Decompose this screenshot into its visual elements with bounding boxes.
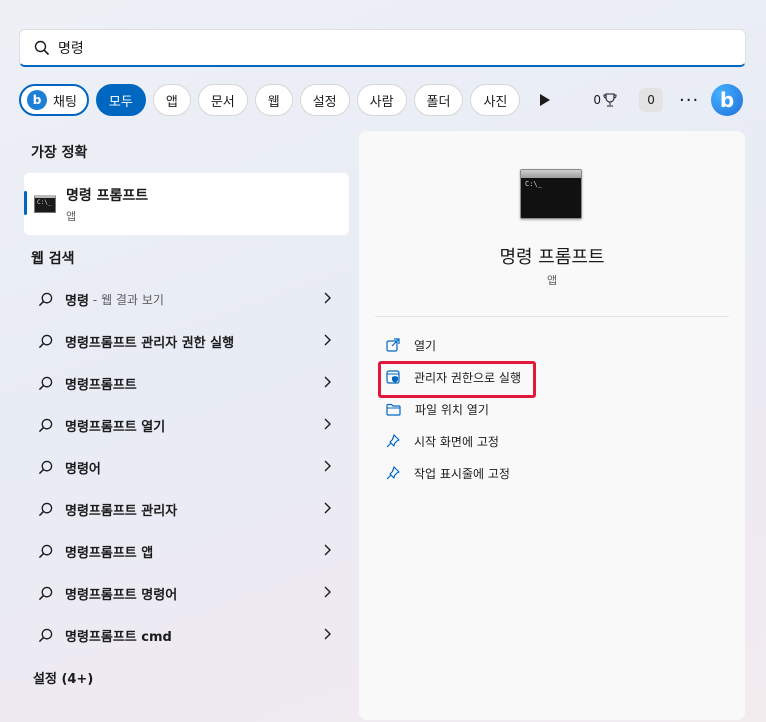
action-run-as-admin[interactable]: 관리자 권한으로 실행 [377,361,521,393]
action-pin-to-taskbar[interactable]: 작업 표시줄에 고정 [377,457,521,489]
action-label: 열기 [414,338,437,353]
more-filters-play-icon[interactable] [535,90,555,110]
chevron-right-icon [324,376,331,388]
detail-subtitle: 앱 [546,274,558,287]
web-result-label: 명령프롬프트 앱 [65,545,154,561]
filter-tab-photos[interactable]: 사진 [470,84,521,116]
search-input[interactable] [58,39,658,56]
account-count-badge[interactable]: 0 [639,88,664,112]
action-label: 시작 화면에 고정 [414,434,499,449]
action-label: 관리자 권한으로 실행 [414,370,521,385]
web-result-label: 명령프롬프트 [65,377,137,393]
search-icon [38,586,53,600]
bing-icon[interactable]: b [711,84,744,116]
rewards-button[interactable]: 0 [593,93,617,107]
chevron-right-icon [324,418,331,430]
folder-icon [386,403,401,416]
search-box[interactable] [19,29,746,67]
search-icon [38,502,53,516]
search-icon [38,418,53,432]
action-label: 작업 표시줄에 고정 [414,466,510,481]
search-icon [38,292,53,306]
filter-tab-apps[interactable]: 앱 [152,84,191,116]
search-icon [38,544,53,558]
search-icon [38,334,53,348]
filter-tab-all[interactable]: 모두 [95,84,146,116]
selection-indicator [24,191,27,215]
web-result-item[interactable]: 명령프롬프트 열기 [24,404,349,446]
web-results-list: 명령 - 웹 결과 보기 명령프롬프트 관리자 권한 실행 명령프롬프트 명령프… [24,278,349,656]
search-icon [38,460,53,474]
best-match-item[interactable]: C:\_ 명령 프롬프트 앱 [24,173,349,235]
chevron-right-icon [324,544,331,556]
filter-tab-settings[interactable]: 설정 [299,84,350,116]
open-external-icon [386,338,400,352]
more-options-button[interactable]: ··· [679,90,699,111]
web-result-suffix: - 웹 결과 보기 [92,292,164,307]
rewards-points: 0 [593,93,602,107]
filter-tab-people[interactable]: 사람 [356,84,407,116]
chat-button[interactable]: b 채팅 [19,84,89,116]
web-result-label: 명령 [65,293,89,309]
chevron-right-icon [324,334,331,346]
action-open[interactable]: 열기 [377,329,521,361]
pin-icon [386,466,400,480]
web-result-label: 명령프롬프트 관리자 [65,503,178,519]
chevron-right-icon [324,460,331,472]
web-result-label: 명령어 [65,461,101,477]
command-prompt-icon: C:\_ [34,195,56,213]
detail-title: 명령 프롬프트 [499,247,605,268]
action-pin-to-start[interactable]: 시작 화면에 고정 [377,425,521,457]
web-result-label: 명령프롬프트 cmd [65,629,172,645]
detail-panel: C:\_ 명령 프롬프트 앱 열기 관리자 권한으로 실행 파일 위치 열기 시… [359,131,745,720]
divider [375,316,729,317]
web-result-label: 명령프롬프트 관리자 권한 실행 [65,335,235,351]
pin-icon [386,434,400,448]
settings-results-heading[interactable]: 설정 (4+) [33,668,93,687]
chevron-right-icon [324,586,331,598]
best-match-name: 명령 프롬프트 [66,187,149,204]
filter-tab-folders[interactable]: 폴더 [413,84,464,116]
best-match-heading: 가장 정확 [31,145,88,161]
filter-tab-web[interactable]: 웹 [254,84,293,116]
chevron-right-icon [324,292,331,304]
chevron-right-icon [324,502,331,514]
web-result-item[interactable]: 명령프롬프트 명령어 [24,572,349,614]
web-result-label: 명령프롬프트 열기 [65,419,166,435]
bing-chat-icon: b [27,90,47,110]
action-open-file-location[interactable]: 파일 위치 열기 [377,393,521,425]
web-result-item[interactable]: 명령 - 웹 결과 보기 [24,278,349,320]
search-icon [38,628,53,642]
filter-tab-documents[interactable]: 문서 [197,84,248,116]
admin-shield-icon [386,370,400,384]
search-icon [34,40,50,55]
filter-bar: b 채팅 모두 앱 문서 웹 설정 사람 폴더 사진 0 0 ··· b [19,83,744,117]
trophy-icon [603,93,617,107]
chevron-right-icon [324,628,331,640]
web-result-item[interactable]: 명령프롬프트 [24,362,349,404]
web-search-heading: 웹 검색 [31,251,75,267]
action-label: 파일 위치 열기 [415,402,489,417]
web-result-item[interactable]: 명령어 [24,446,349,488]
web-result-item[interactable]: 명령프롬프트 cmd [24,614,349,656]
action-list: 열기 관리자 권한으로 실행 파일 위치 열기 시작 화면에 고정 작업 표시줄… [377,329,521,489]
web-result-item[interactable]: 명령프롬프트 앱 [24,530,349,572]
chat-label: 채팅 [53,94,77,110]
web-result-label: 명령프롬프트 명령어 [65,587,178,603]
command-prompt-large-icon: C:\_ [520,169,582,219]
web-result-item[interactable]: 명령프롬프트 관리자 권한 실행 [24,320,349,362]
web-result-item[interactable]: 명령프롬프트 관리자 [24,488,349,530]
best-match-type: 앱 [66,209,77,223]
search-icon [38,376,53,390]
